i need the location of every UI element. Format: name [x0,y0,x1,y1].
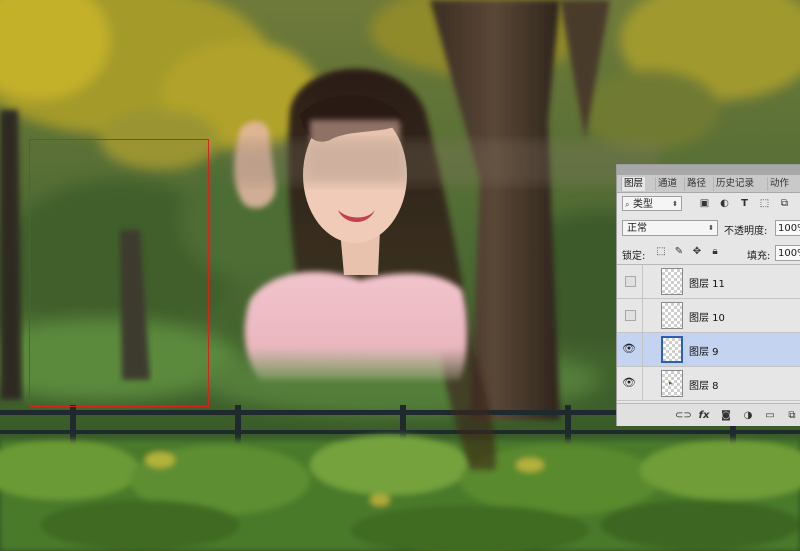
layer-thumbnail [661,336,683,363]
blend-row: 正常 ⬍ 不透明度: 100% [617,217,800,239]
tab-channels[interactable]: 通道 [655,177,679,191]
search-icon: ⌕ [625,200,630,209]
eye-icon: 👁︎ [622,342,636,355]
visibility-toggle[interactable] [617,299,643,332]
layer-name: 图层 10 [689,313,725,324]
layer-row-selected[interactable]: 👁︎ 图层 9 [617,333,800,367]
tab-history[interactable]: 历史记录 [713,177,756,191]
adjustment-layer-icon[interactable]: ◑ [741,409,755,423]
adjustment-filter-icon[interactable]: ◐ [718,197,731,210]
opacity-label: 不透明度: [724,226,768,237]
updown-arrow-icon: ⬍ [672,200,678,208]
layer-row[interactable]: 图层 10 [617,299,800,333]
lock-transparent-pixels-icon[interactable]: ⬚ [655,246,667,258]
visibility-toggle[interactable] [617,265,643,298]
layer-thumbnail [661,268,683,295]
hidden-visibility-box [625,276,636,287]
selection-rectangle[interactable] [29,139,209,407]
smart-object-filter-icon[interactable]: ⧉ [778,197,791,210]
tab-paths[interactable]: 路径 [684,177,708,191]
layer-thumbnail [661,302,683,329]
add-mask-icon[interactable]: ◙ [719,409,733,423]
lock-position-icon[interactable]: ✥ [691,246,703,258]
layer-row[interactable]: 👁︎ ▸ 图层 8 [617,367,800,401]
blend-mode-select[interactable]: 正常 ⬍ [622,220,718,236]
lock-all-icon[interactable]: 🔒︎ [709,246,721,258]
blend-mode-value: 正常 [627,223,647,234]
layer-thumbnail: ▸ [661,370,683,397]
layers-panel: 图层 通道 路径 历史记录 动作 ⌕ 类型 ⬍ ▣ ◐ T ⬚ ⧉ 正常 ⬍ 不… [616,164,800,426]
layer-row[interactable]: 图层 11 [617,265,800,299]
tab-layers[interactable]: 图层 [621,177,646,191]
lock-label: 锁定: [622,251,646,262]
new-layer-icon[interactable]: ⧉ [785,409,799,423]
lock-image-pixels-icon[interactable]: ✎ [673,246,685,258]
panel-drag-grip[interactable] [617,165,800,175]
image-filter-icon[interactable]: ▣ [698,197,711,210]
updown-arrow-icon: ⬍ [708,224,714,232]
hidden-visibility-box [625,310,636,321]
layer-name: 图层 11 [689,279,725,290]
layer-name: 图层 9 [689,347,719,358]
filter-kind-value: 类型 [633,199,653,210]
lock-row: 锁定: ⬚ ✎ ✥ 🔒︎ 填充: 100% [617,242,800,265]
layer-name: 图层 8 [689,381,719,392]
layers-list: 图层 11 图层 10 👁︎ 图层 9 👁︎ ▸ 图层 8 [617,265,800,405]
fx-icon[interactable]: fx [697,409,711,423]
visibility-toggle[interactable]: 👁︎ [617,367,643,400]
opacity-input[interactable]: 100% [775,220,800,236]
panel-tab-bar: 图层 通道 路径 历史记录 动作 [617,165,800,193]
link-layers-icon[interactable]: ⊂⊃ [675,409,692,423]
filter-row: ⌕ 类型 ⬍ ▣ ◐ T ⬚ ⧉ [617,193,800,215]
type-filter-icon[interactable]: T [738,197,751,210]
shape-filter-icon[interactable]: ⬚ [758,197,771,210]
fill-label: 填充: [747,251,771,262]
brush-mark-icon: ▸ [669,379,673,387]
new-group-icon[interactable]: ▭ [763,409,777,423]
layers-panel-footer: ⊂⊃ fx ◙ ◑ ▭ ⧉ [617,403,800,426]
fill-input[interactable]: 100% [775,245,800,261]
tab-actions[interactable]: 动作 [767,177,791,191]
visibility-toggle[interactable]: 👁︎ [617,333,643,366]
filter-kind-select[interactable]: ⌕ 类型 ⬍ [622,196,682,211]
eye-icon: 👁︎ [622,376,636,389]
